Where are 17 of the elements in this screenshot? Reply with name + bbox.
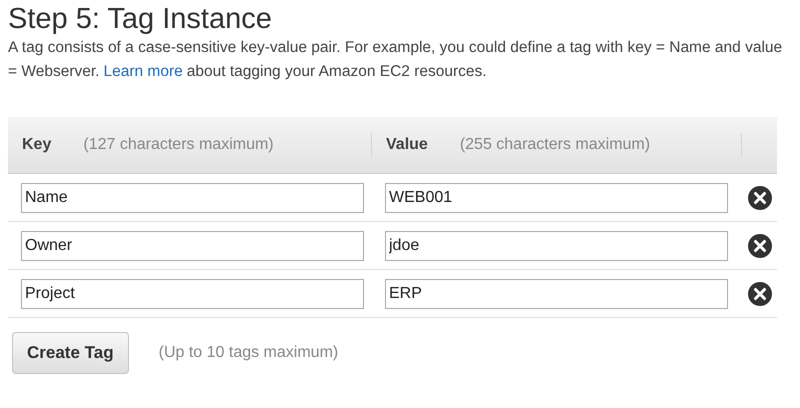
value-field[interactable]: ERP — [385, 278, 728, 308]
key-field[interactable]: Owner — [21, 230, 364, 260]
column-label: Value — [386, 136, 428, 154]
description-text: A tag consists of a case-sensitive key-value pair. For example, you could define a tag with key = Name and value = Webserver. Learn more about tagging your Amazon EC2 resources. — [8, 38, 784, 82]
key-field[interactable]: Name — [21, 182, 364, 212]
limit-note: (Up to 10 tags maximum) — [158, 344, 338, 362]
remove-icon[interactable] — [747, 280, 773, 306]
column-hint: (255 characters maximum) — [460, 136, 650, 154]
key-field[interactable]: Project — [21, 278, 364, 308]
column-label: Key — [22, 136, 52, 154]
column-hint: (127 characters maximum) — [83, 136, 274, 154]
remove-icon[interactable] — [747, 232, 773, 258]
page-title: Step 5: Tag Instance — [8, 2, 273, 36]
remove-icon[interactable] — [747, 184, 773, 210]
create-tag-button[interactable]: Create Tag — [12, 332, 129, 374]
learn-more-link[interactable]: Learn more — [103, 63, 183, 80]
value-field[interactable]: WEB001 — [385, 182, 728, 212]
